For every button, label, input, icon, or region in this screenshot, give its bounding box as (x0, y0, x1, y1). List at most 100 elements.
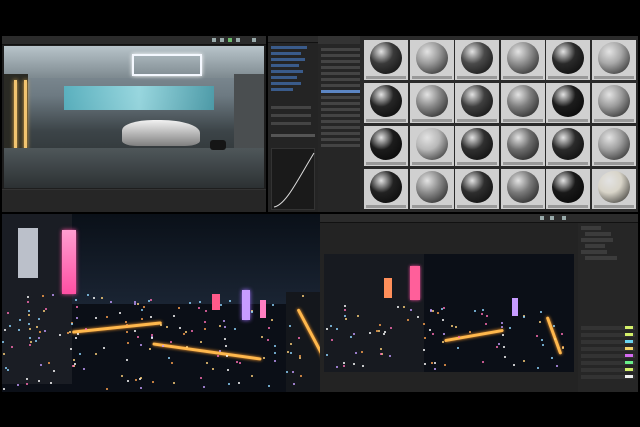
city-light (10, 345, 13, 348)
color-swatch[interactable] (625, 368, 633, 371)
toolbar-button[interactable] (212, 38, 216, 42)
list-item[interactable] (321, 102, 361, 105)
tree-item[interactable] (581, 250, 607, 254)
property-row[interactable] (581, 340, 635, 344)
material-thumbnail[interactable] (546, 126, 590, 166)
material-thumbnail[interactable] (546, 40, 590, 80)
list-item[interactable] (321, 66, 361, 69)
material-thumbnail[interactable] (455, 40, 499, 80)
property-row[interactable] (271, 114, 311, 117)
material-thumbnail[interactable] (455, 126, 499, 166)
list-item-selected[interactable] (321, 90, 361, 93)
material-thumbnail[interactable] (591, 40, 636, 80)
material-thumbnail[interactable] (409, 83, 454, 123)
toolbar-button[interactable] (550, 216, 554, 220)
layer-item[interactable] (271, 64, 299, 67)
city-light (177, 306, 180, 309)
material-thumbnail[interactable] (500, 169, 545, 209)
layer-item[interactable] (271, 52, 301, 55)
material-thumbnail[interactable] (546, 169, 590, 209)
toolbar-button[interactable] (236, 38, 240, 42)
property-row[interactable] (271, 134, 315, 137)
material-thumbnail[interactable] (500, 126, 545, 166)
list-item[interactable] (321, 114, 361, 117)
list-item[interactable] (321, 72, 361, 75)
toolbar-button[interactable] (562, 216, 566, 220)
material-thumbnail[interactable] (409, 40, 454, 80)
layer-item[interactable] (271, 58, 305, 61)
tree-item[interactable] (581, 226, 601, 230)
city-light (28, 323, 31, 326)
color-swatch[interactable] (625, 340, 633, 343)
layer-item[interactable] (271, 70, 303, 73)
list-item[interactable] (321, 126, 361, 129)
layer-item[interactable] (271, 88, 293, 91)
material-thumbnail[interactable] (409, 169, 454, 209)
property-row[interactable] (271, 122, 311, 125)
list-item[interactable] (321, 54, 361, 57)
list-item[interactable] (321, 144, 361, 147)
property-row[interactable] (581, 375, 635, 379)
list-item[interactable] (321, 108, 361, 111)
list-item[interactable] (321, 132, 361, 135)
color-swatch[interactable] (625, 347, 633, 350)
material-thumbnail[interactable] (364, 126, 408, 166)
material-sphere-icon (415, 85, 448, 117)
tree-item[interactable] (585, 244, 605, 248)
list-item[interactable] (321, 120, 361, 123)
toolbar-button[interactable] (220, 38, 224, 42)
list-item[interactable] (321, 138, 361, 141)
tree-item[interactable] (585, 232, 611, 236)
city-light (551, 356, 554, 359)
color-swatch[interactable] (625, 354, 633, 357)
material-thumbnail[interactable] (546, 83, 590, 123)
tone-curve-graph[interactable] (271, 148, 315, 210)
material-thumbnail[interactable] (500, 83, 545, 123)
city-light (173, 381, 176, 384)
city-light (140, 309, 143, 312)
material-sphere-icon (552, 171, 584, 203)
material-thumbnail[interactable] (500, 40, 545, 80)
tree-item[interactable] (581, 238, 613, 242)
tree-item[interactable] (585, 256, 617, 260)
layer-item[interactable] (271, 82, 301, 85)
material-thumbnail[interactable] (591, 83, 636, 123)
list-item[interactable] (321, 48, 361, 51)
property-row[interactable] (581, 333, 635, 337)
list-item[interactable] (321, 78, 361, 81)
property-row[interactable] (271, 106, 311, 109)
city-render-window[interactable] (2, 214, 320, 392)
list-item[interactable] (321, 60, 361, 63)
material-thumbnail[interactable] (409, 126, 454, 166)
material-thumbnail[interactable] (591, 169, 636, 209)
city-light (432, 332, 435, 335)
layer-item[interactable] (271, 46, 307, 49)
toolbar-button[interactable] (252, 38, 256, 42)
property-row[interactable] (581, 354, 635, 358)
property-row[interactable] (581, 361, 635, 365)
city-light (500, 321, 503, 324)
material-thumbnail[interactable] (364, 40, 408, 80)
property-row[interactable] (581, 326, 635, 330)
material-thumbnail[interactable] (364, 83, 408, 123)
color-swatch[interactable] (625, 326, 633, 329)
color-swatch[interactable] (625, 333, 633, 336)
city-light (109, 301, 112, 304)
city-light (273, 360, 276, 363)
layer-item[interactable] (271, 76, 297, 79)
material-thumbnail[interactable] (455, 83, 499, 123)
toolbar-button[interactable] (540, 216, 544, 220)
render-viewport[interactable] (4, 46, 264, 188)
material-label (366, 119, 406, 122)
material-thumbnail[interactable] (455, 169, 499, 209)
preview-viewport[interactable] (324, 254, 574, 372)
material-thumbnail[interactable] (591, 126, 636, 166)
render-button[interactable] (228, 38, 232, 42)
color-swatch[interactable] (625, 375, 633, 378)
color-swatch[interactable] (625, 361, 633, 364)
property-row[interactable] (581, 368, 635, 372)
material-thumbnail[interactable] (364, 169, 408, 209)
property-row[interactable] (581, 347, 635, 351)
list-item[interactable] (321, 84, 361, 87)
list-item[interactable] (321, 96, 361, 99)
